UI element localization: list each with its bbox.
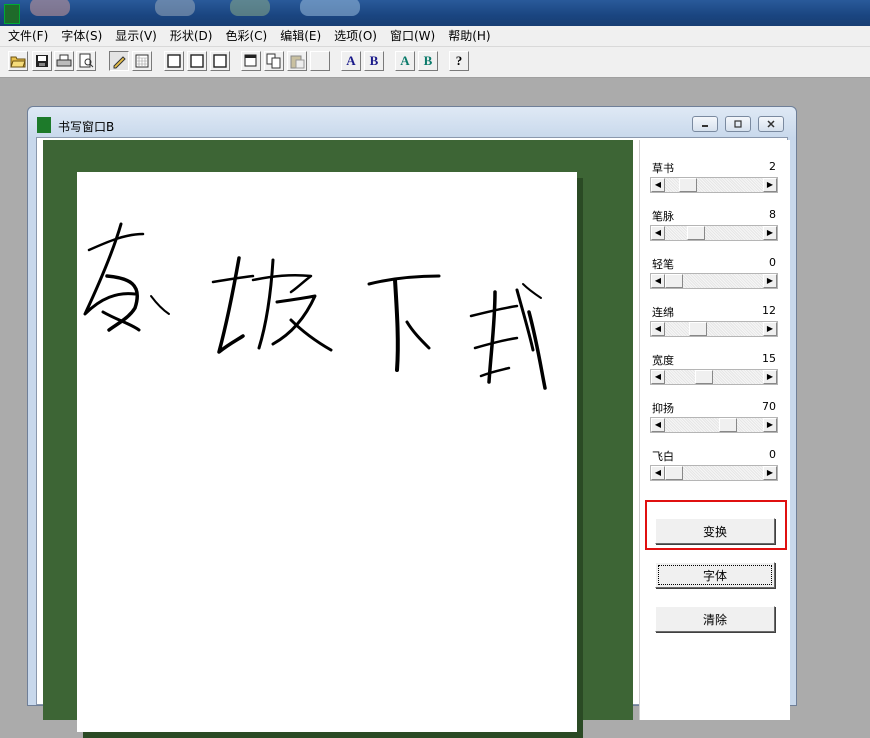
window-app-icon xyxy=(37,117,51,133)
close-icon xyxy=(767,120,775,128)
param-value: 0 xyxy=(769,256,776,269)
param-value: 70 xyxy=(762,400,776,413)
window-icon[interactable] xyxy=(241,51,261,71)
help-icon[interactable]: ? xyxy=(449,51,469,71)
arrow-right-icon[interactable]: ▶ xyxy=(763,466,777,480)
menu-file[interactable]: 文件(F) xyxy=(0,26,53,46)
slider-thumb[interactable] xyxy=(695,370,713,384)
arrow-right-icon[interactable]: ▶ xyxy=(763,178,777,192)
slider-thumb[interactable] xyxy=(719,418,737,432)
save-icon[interactable] xyxy=(32,51,52,71)
menu-font[interactable]: 字体(S) xyxy=(53,26,107,46)
slider-thumb[interactable] xyxy=(665,274,683,288)
arrow-right-icon[interactable]: ▶ xyxy=(763,226,777,240)
serif-a-blue-icon[interactable]: A xyxy=(341,51,361,71)
menu-view[interactable]: 显示(V) xyxy=(107,26,162,46)
toolbar: A B A B ? xyxy=(0,47,870,78)
slider-stroke-vein[interactable]: ◀ ▶ xyxy=(650,225,778,241)
layout-single-icon[interactable] xyxy=(164,51,184,71)
param-label: 笔脉 xyxy=(652,210,674,223)
menu-edit[interactable]: 编辑(E) xyxy=(272,26,326,46)
serif-b-blue-icon[interactable]: B xyxy=(364,51,384,71)
param-value: 0 xyxy=(769,448,776,461)
slider-width[interactable]: ◀ ▶ xyxy=(650,369,778,385)
clear-button[interactable]: 清除 xyxy=(655,606,775,632)
param-label: 轻笔 xyxy=(652,258,674,271)
writing-board xyxy=(43,140,633,738)
slider-thumb[interactable] xyxy=(665,466,683,480)
slider-light-stroke[interactable]: ◀ ▶ xyxy=(650,273,778,289)
param-label: 宽度 xyxy=(652,354,674,367)
param-label: 草书 xyxy=(652,162,674,175)
menu-color[interactable]: 色彩(C) xyxy=(217,26,272,46)
minimize-icon xyxy=(702,125,708,127)
window-titlebar[interactable]: 书写窗口B xyxy=(28,107,796,137)
taskbar xyxy=(0,0,870,26)
window-title: 书写窗口B xyxy=(58,120,115,134)
open-folder-icon[interactable] xyxy=(8,51,28,71)
slider-continuity[interactable]: ◀ ▶ xyxy=(650,321,778,337)
grid-icon[interactable] xyxy=(132,51,152,71)
arrow-left-icon[interactable]: ◀ xyxy=(651,322,665,336)
app-icon[interactable] xyxy=(4,4,20,24)
param-value: 8 xyxy=(769,208,776,221)
writing-window: 书写窗口B 草书 2 ◀ ▶ 笔脉 8 ◀ ▶ 轻笔 0 ◀ ▶ 连绵 12 ◀… xyxy=(27,106,797,738)
param-value: 2 xyxy=(769,160,776,173)
arrow-left-icon[interactable]: ◀ xyxy=(651,370,665,384)
blank-icon[interactable] xyxy=(310,51,330,71)
param-label: 连绵 xyxy=(652,306,674,319)
arrow-left-icon[interactable]: ◀ xyxy=(651,226,665,240)
serif-b-teal-icon[interactable]: B xyxy=(418,51,438,71)
param-value: 12 xyxy=(762,304,776,317)
serif-a-teal-icon[interactable]: A xyxy=(395,51,415,71)
transform-button[interactable]: 变换 xyxy=(655,518,775,544)
copy-icon[interactable] xyxy=(264,51,284,71)
window-client: 草书 2 ◀ ▶ 笔脉 8 ◀ ▶ 轻笔 0 ◀ ▶ 连绵 12 ◀ ▶ 宽度 … xyxy=(36,137,790,738)
paste-icon[interactable] xyxy=(287,51,307,71)
writing-paper[interactable] xyxy=(77,172,577,732)
slider-cadence[interactable]: ◀ ▶ xyxy=(650,417,778,433)
arrow-right-icon[interactable]: ▶ xyxy=(763,274,777,288)
menu-help[interactable]: 帮助(H) xyxy=(440,26,495,46)
slider-thumb[interactable] xyxy=(679,178,697,192)
arrow-left-icon[interactable]: ◀ xyxy=(651,466,665,480)
slider-flying-white[interactable]: ◀ ▶ xyxy=(650,465,778,481)
arrow-right-icon[interactable]: ▶ xyxy=(763,370,777,384)
slider-thumb[interactable] xyxy=(689,322,707,336)
arrow-left-icon[interactable]: ◀ xyxy=(651,418,665,432)
layout-double-icon[interactable] xyxy=(187,51,207,71)
arrow-right-icon[interactable]: ▶ xyxy=(763,418,777,432)
arrow-left-icon[interactable]: ◀ xyxy=(651,274,665,288)
font-button[interactable]: 字体 xyxy=(655,562,775,588)
print-preview-icon[interactable] xyxy=(76,51,96,71)
menu-bar: 文件(F) 字体(S) 显示(V) 形状(D) 色彩(C) 编辑(E) 选项(O… xyxy=(0,26,870,47)
menu-shape[interactable]: 形状(D) xyxy=(162,26,218,46)
print-icon[interactable] xyxy=(54,51,74,71)
arrow-left-icon[interactable]: ◀ xyxy=(651,178,665,192)
restore-button[interactable] xyxy=(725,116,751,132)
taskbar-item[interactable] xyxy=(230,0,270,16)
layout-quad-icon[interactable] xyxy=(210,51,230,71)
slider-cursive[interactable]: ◀ ▶ xyxy=(650,177,778,193)
menu-window[interactable]: 窗口(W) xyxy=(382,26,440,46)
close-button[interactable] xyxy=(758,116,784,132)
taskbar-item[interactable] xyxy=(155,0,195,16)
slider-thumb[interactable] xyxy=(687,226,705,240)
pen-icon[interactable] xyxy=(109,51,129,71)
minimize-button[interactable] xyxy=(692,116,718,132)
handwritten-text-drawing xyxy=(83,222,547,390)
taskbar-item[interactable] xyxy=(30,0,70,16)
style-control-panel: 草书 2 ◀ ▶ 笔脉 8 ◀ ▶ 轻笔 0 ◀ ▶ 连绵 12 ◀ ▶ 宽度 … xyxy=(639,140,790,720)
param-label: 抑扬 xyxy=(652,402,674,415)
arrow-right-icon[interactable]: ▶ xyxy=(763,322,777,336)
menu-options[interactable]: 选项(O) xyxy=(326,26,382,46)
taskbar-item[interactable] xyxy=(300,0,360,16)
param-label: 飞白 xyxy=(652,450,674,463)
param-value: 15 xyxy=(762,352,776,365)
restore-icon xyxy=(734,120,742,128)
